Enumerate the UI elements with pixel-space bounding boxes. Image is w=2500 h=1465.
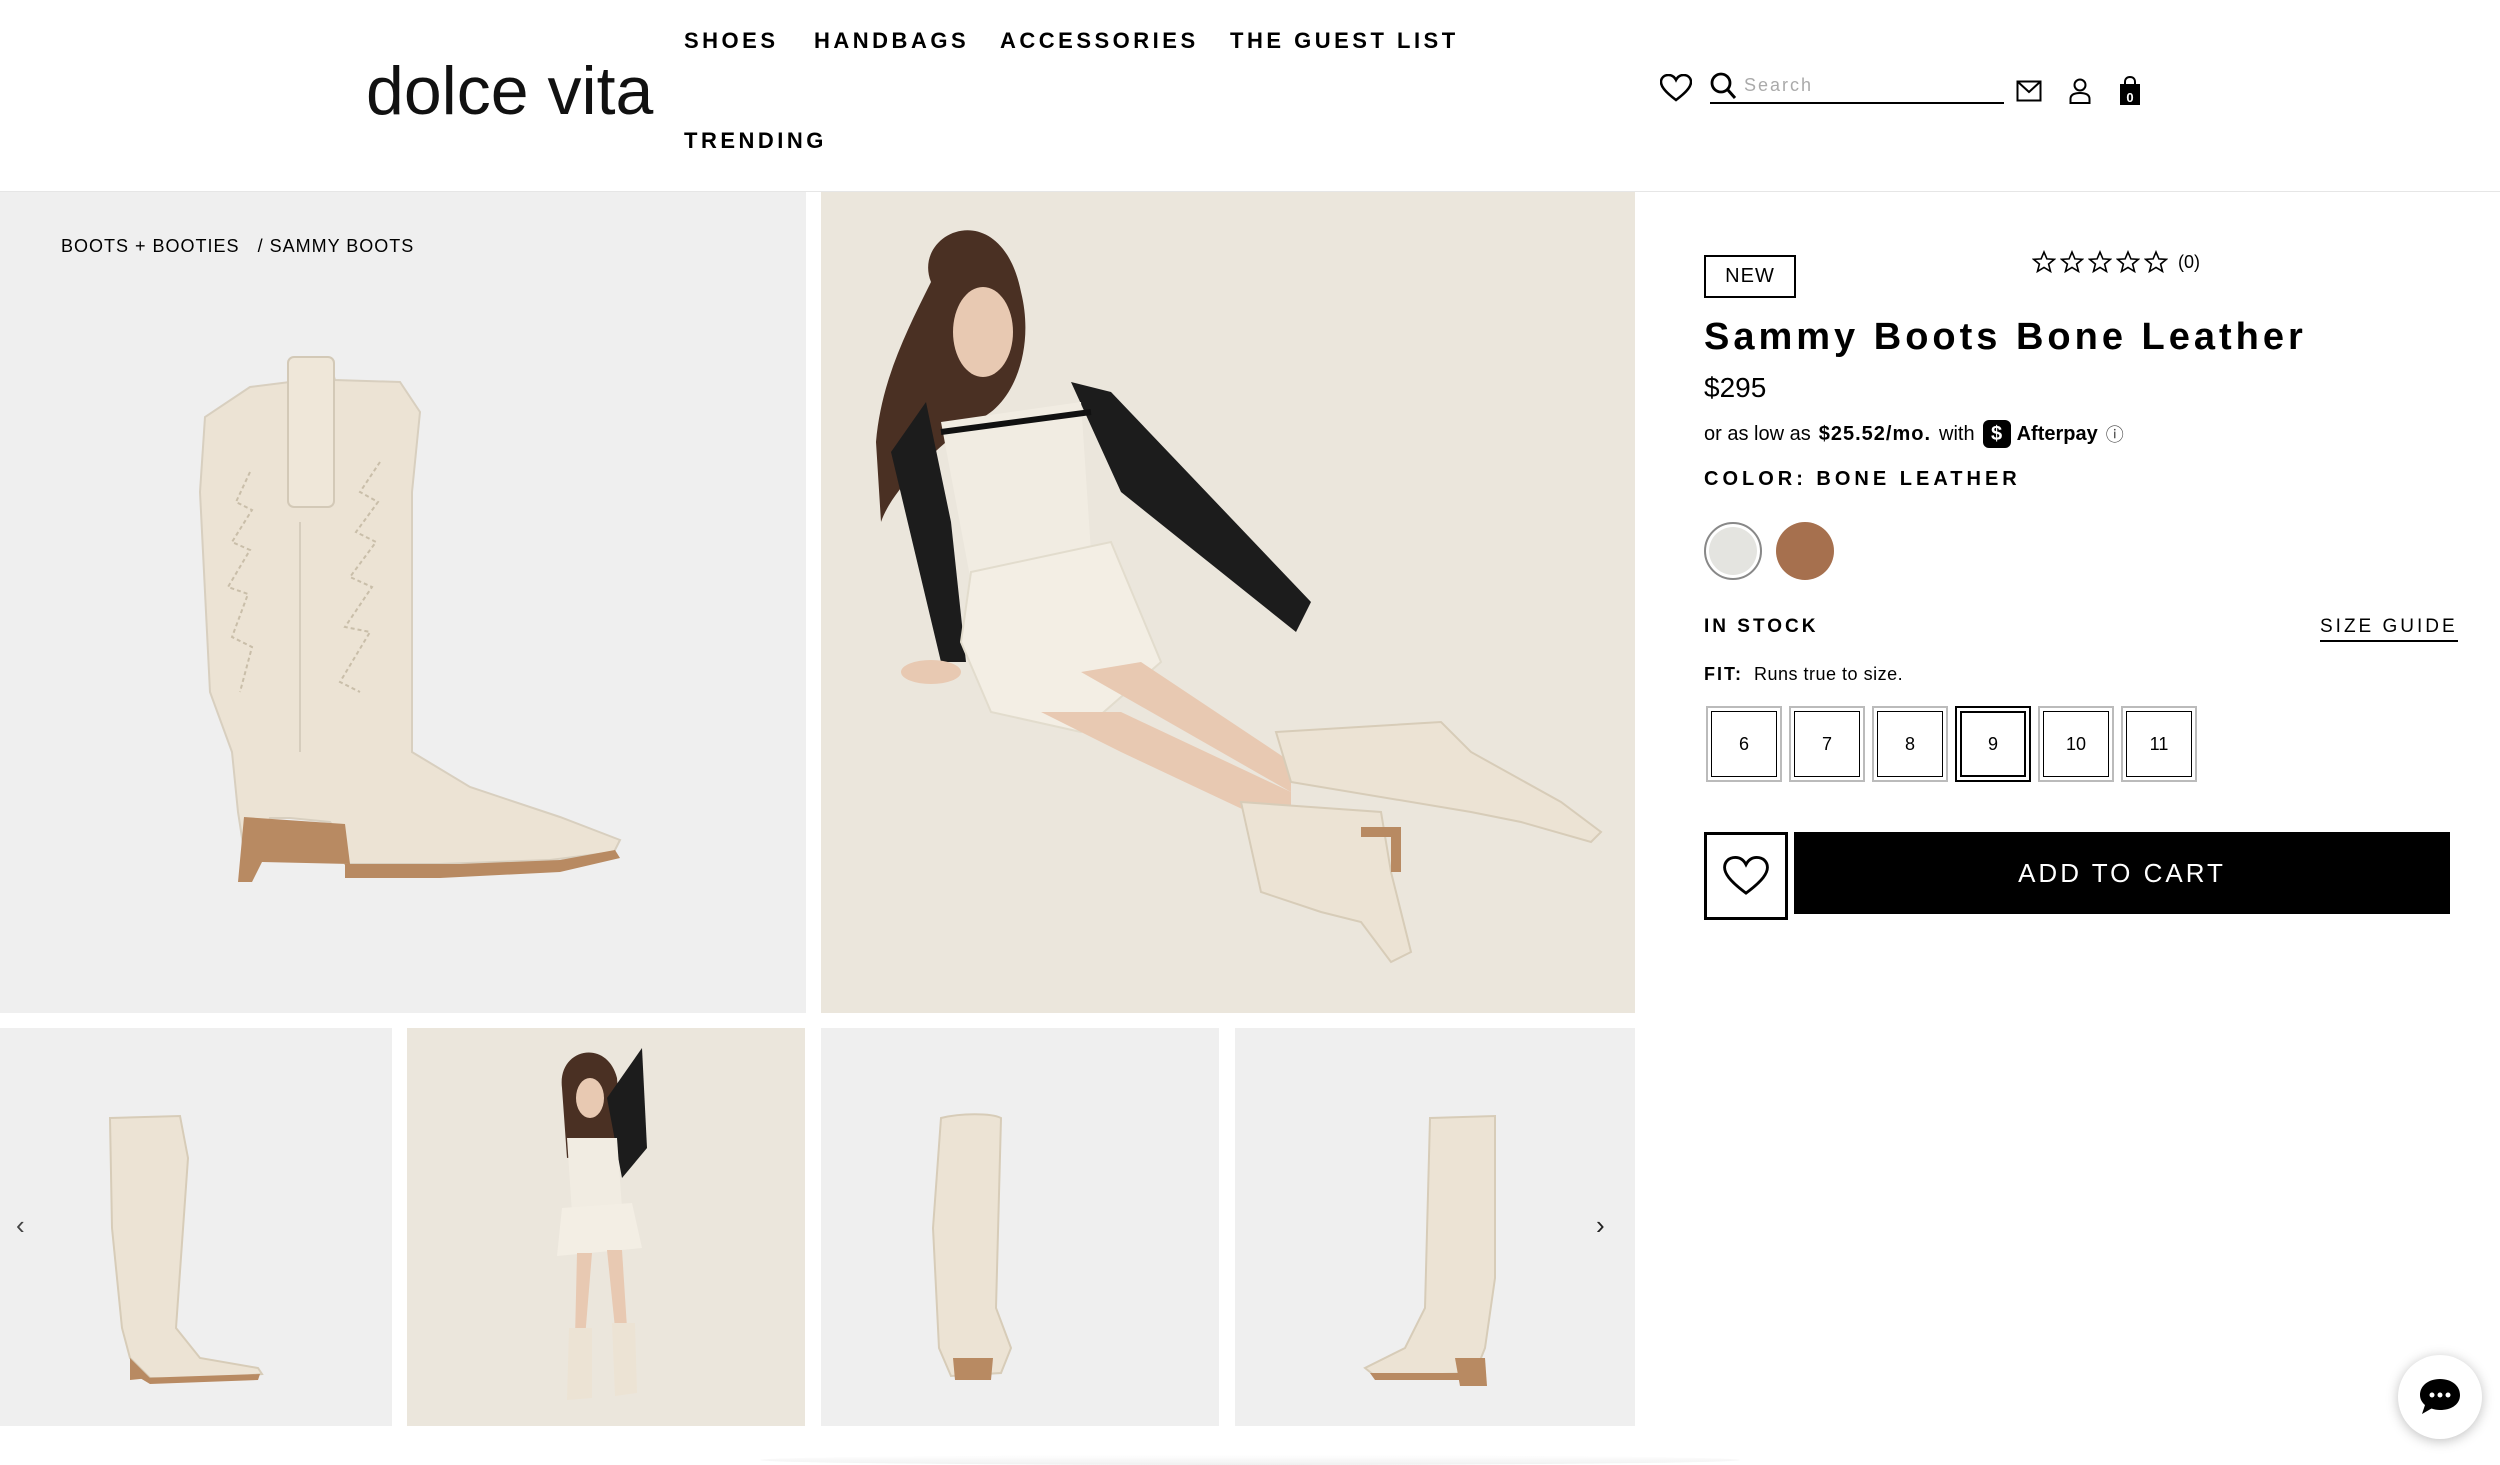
size-label: 9 bbox=[1987, 733, 1998, 754]
main-image-boot-side[interactable] bbox=[0, 192, 806, 1013]
review-count: (0) bbox=[2178, 251, 2200, 272]
star-icon bbox=[2088, 250, 2112, 274]
afterpay-with: with bbox=[1939, 422, 1975, 445]
shopping-bag-icon[interactable]: 0 bbox=[2119, 75, 2141, 111]
size-option-8[interactable]: 8 bbox=[1872, 706, 1948, 782]
add-to-cart-button[interactable]: ADD TO CART bbox=[1794, 832, 2450, 914]
afterpay-prefix: or as low as bbox=[1704, 422, 1811, 445]
star-icon bbox=[2032, 250, 2056, 274]
add-to-wishlist-button[interactable] bbox=[1704, 832, 1788, 920]
cart-count-badge: 0 bbox=[2126, 90, 2134, 105]
nav-shoes[interactable]: SHOES bbox=[684, 28, 779, 54]
thumbnail-boot-angle[interactable] bbox=[1235, 1028, 1635, 1426]
fit-note: FIT: Runs true to size. bbox=[1704, 664, 1903, 685]
afterpay-amount: $25.52/mo. bbox=[1818, 422, 1932, 445]
breadcrumb-boots-booties[interactable]: BOOTS + BOOTIES bbox=[61, 236, 240, 256]
rating-stars[interactable]: (0) bbox=[2032, 250, 2200, 274]
brand-logo[interactable]: dolce vita bbox=[366, 52, 653, 130]
size-label: 11 bbox=[2149, 733, 2169, 754]
nav-trending[interactable]: TRENDING bbox=[684, 128, 827, 154]
product-title: Sammy Boots Bone Leather bbox=[1704, 316, 2307, 358]
nav-the-guest-list[interactable]: THE GUEST LIST bbox=[1230, 28, 1459, 54]
size-guide-link[interactable]: SIZE GUIDE bbox=[2320, 616, 2458, 642]
search-input[interactable] bbox=[1710, 68, 2004, 102]
search-box bbox=[1710, 68, 2004, 104]
thumbnail-boot-front[interactable] bbox=[0, 1028, 392, 1426]
size-option-9[interactable]: 9 bbox=[1955, 706, 2031, 782]
product-price: $295 bbox=[1704, 372, 1767, 403]
size-option-10[interactable]: 10 bbox=[2038, 706, 2114, 782]
new-badge: NEW bbox=[1704, 255, 1796, 298]
info-icon[interactable]: ⓘ bbox=[2106, 421, 2124, 447]
size-label: 10 bbox=[2065, 733, 2087, 754]
nav-handbags[interactable]: HANDBAGS bbox=[814, 28, 969, 54]
size-label: 6 bbox=[1738, 733, 1749, 754]
mail-icon[interactable] bbox=[2016, 80, 2042, 107]
color-label: COLOR: BONE LEATHER bbox=[1704, 468, 2021, 490]
star-icon bbox=[2060, 250, 2084, 274]
search-icon[interactable] bbox=[1710, 72, 1738, 107]
swatch-brown[interactable] bbox=[1776, 522, 1834, 580]
thumbnail-model-standing[interactable] bbox=[407, 1028, 805, 1426]
size-option-7[interactable]: 7 bbox=[1789, 706, 1865, 782]
account-user-icon[interactable] bbox=[2069, 78, 2091, 109]
size-label: 8 bbox=[1904, 733, 1915, 754]
main-image-model-seated[interactable] bbox=[821, 192, 1635, 1013]
breadcrumb: BOOTS + BOOTIES / SAMMY BOOTS bbox=[61, 236, 414, 257]
size-option-6[interactable]: 6 bbox=[1706, 706, 1782, 782]
star-icon bbox=[2144, 250, 2168, 274]
nav-accessories[interactable]: ACCESSORIES bbox=[1000, 28, 1199, 54]
fit-label: FIT: bbox=[1704, 664, 1743, 684]
stock-status: IN STOCK bbox=[1704, 616, 1819, 637]
bottom-shadow bbox=[760, 1455, 1740, 1465]
chat-bubble-icon bbox=[2420, 1379, 2460, 1414]
size-option-11[interactable]: 11 bbox=[2121, 706, 2197, 782]
afterpay-badge-icon: $ bbox=[1982, 420, 2011, 448]
gallery-prev-arrow-icon[interactable]: ‹ bbox=[16, 1210, 25, 1241]
size-label: 7 bbox=[1821, 733, 1832, 754]
star-icon bbox=[2116, 250, 2140, 274]
afterpay-brand: Afterpay bbox=[2016, 422, 2098, 445]
gallery-next-arrow-icon[interactable]: › bbox=[1596, 1210, 1605, 1241]
fit-text: Runs true to size. bbox=[1754, 664, 1904, 684]
chat-button[interactable] bbox=[2398, 1355, 2482, 1439]
site-header: dolce vita SHOES HANDBAGS ACCESSORIES TH… bbox=[0, 0, 2500, 192]
swatch-bone-leather[interactable] bbox=[1704, 522, 1762, 580]
thumbnail-boot-back[interactable] bbox=[821, 1028, 1219, 1426]
breadcrumb-sammy-boots[interactable]: / SAMMY BOOTS bbox=[258, 236, 415, 256]
heart-icon bbox=[1723, 856, 1769, 895]
wishlist-heart-icon[interactable] bbox=[1659, 73, 1693, 107]
afterpay-message: or as low as $25.52/mo. with $ Afterpay … bbox=[1704, 420, 2124, 448]
afterpay-logo[interactable]: $ Afterpay bbox=[1982, 420, 2098, 448]
